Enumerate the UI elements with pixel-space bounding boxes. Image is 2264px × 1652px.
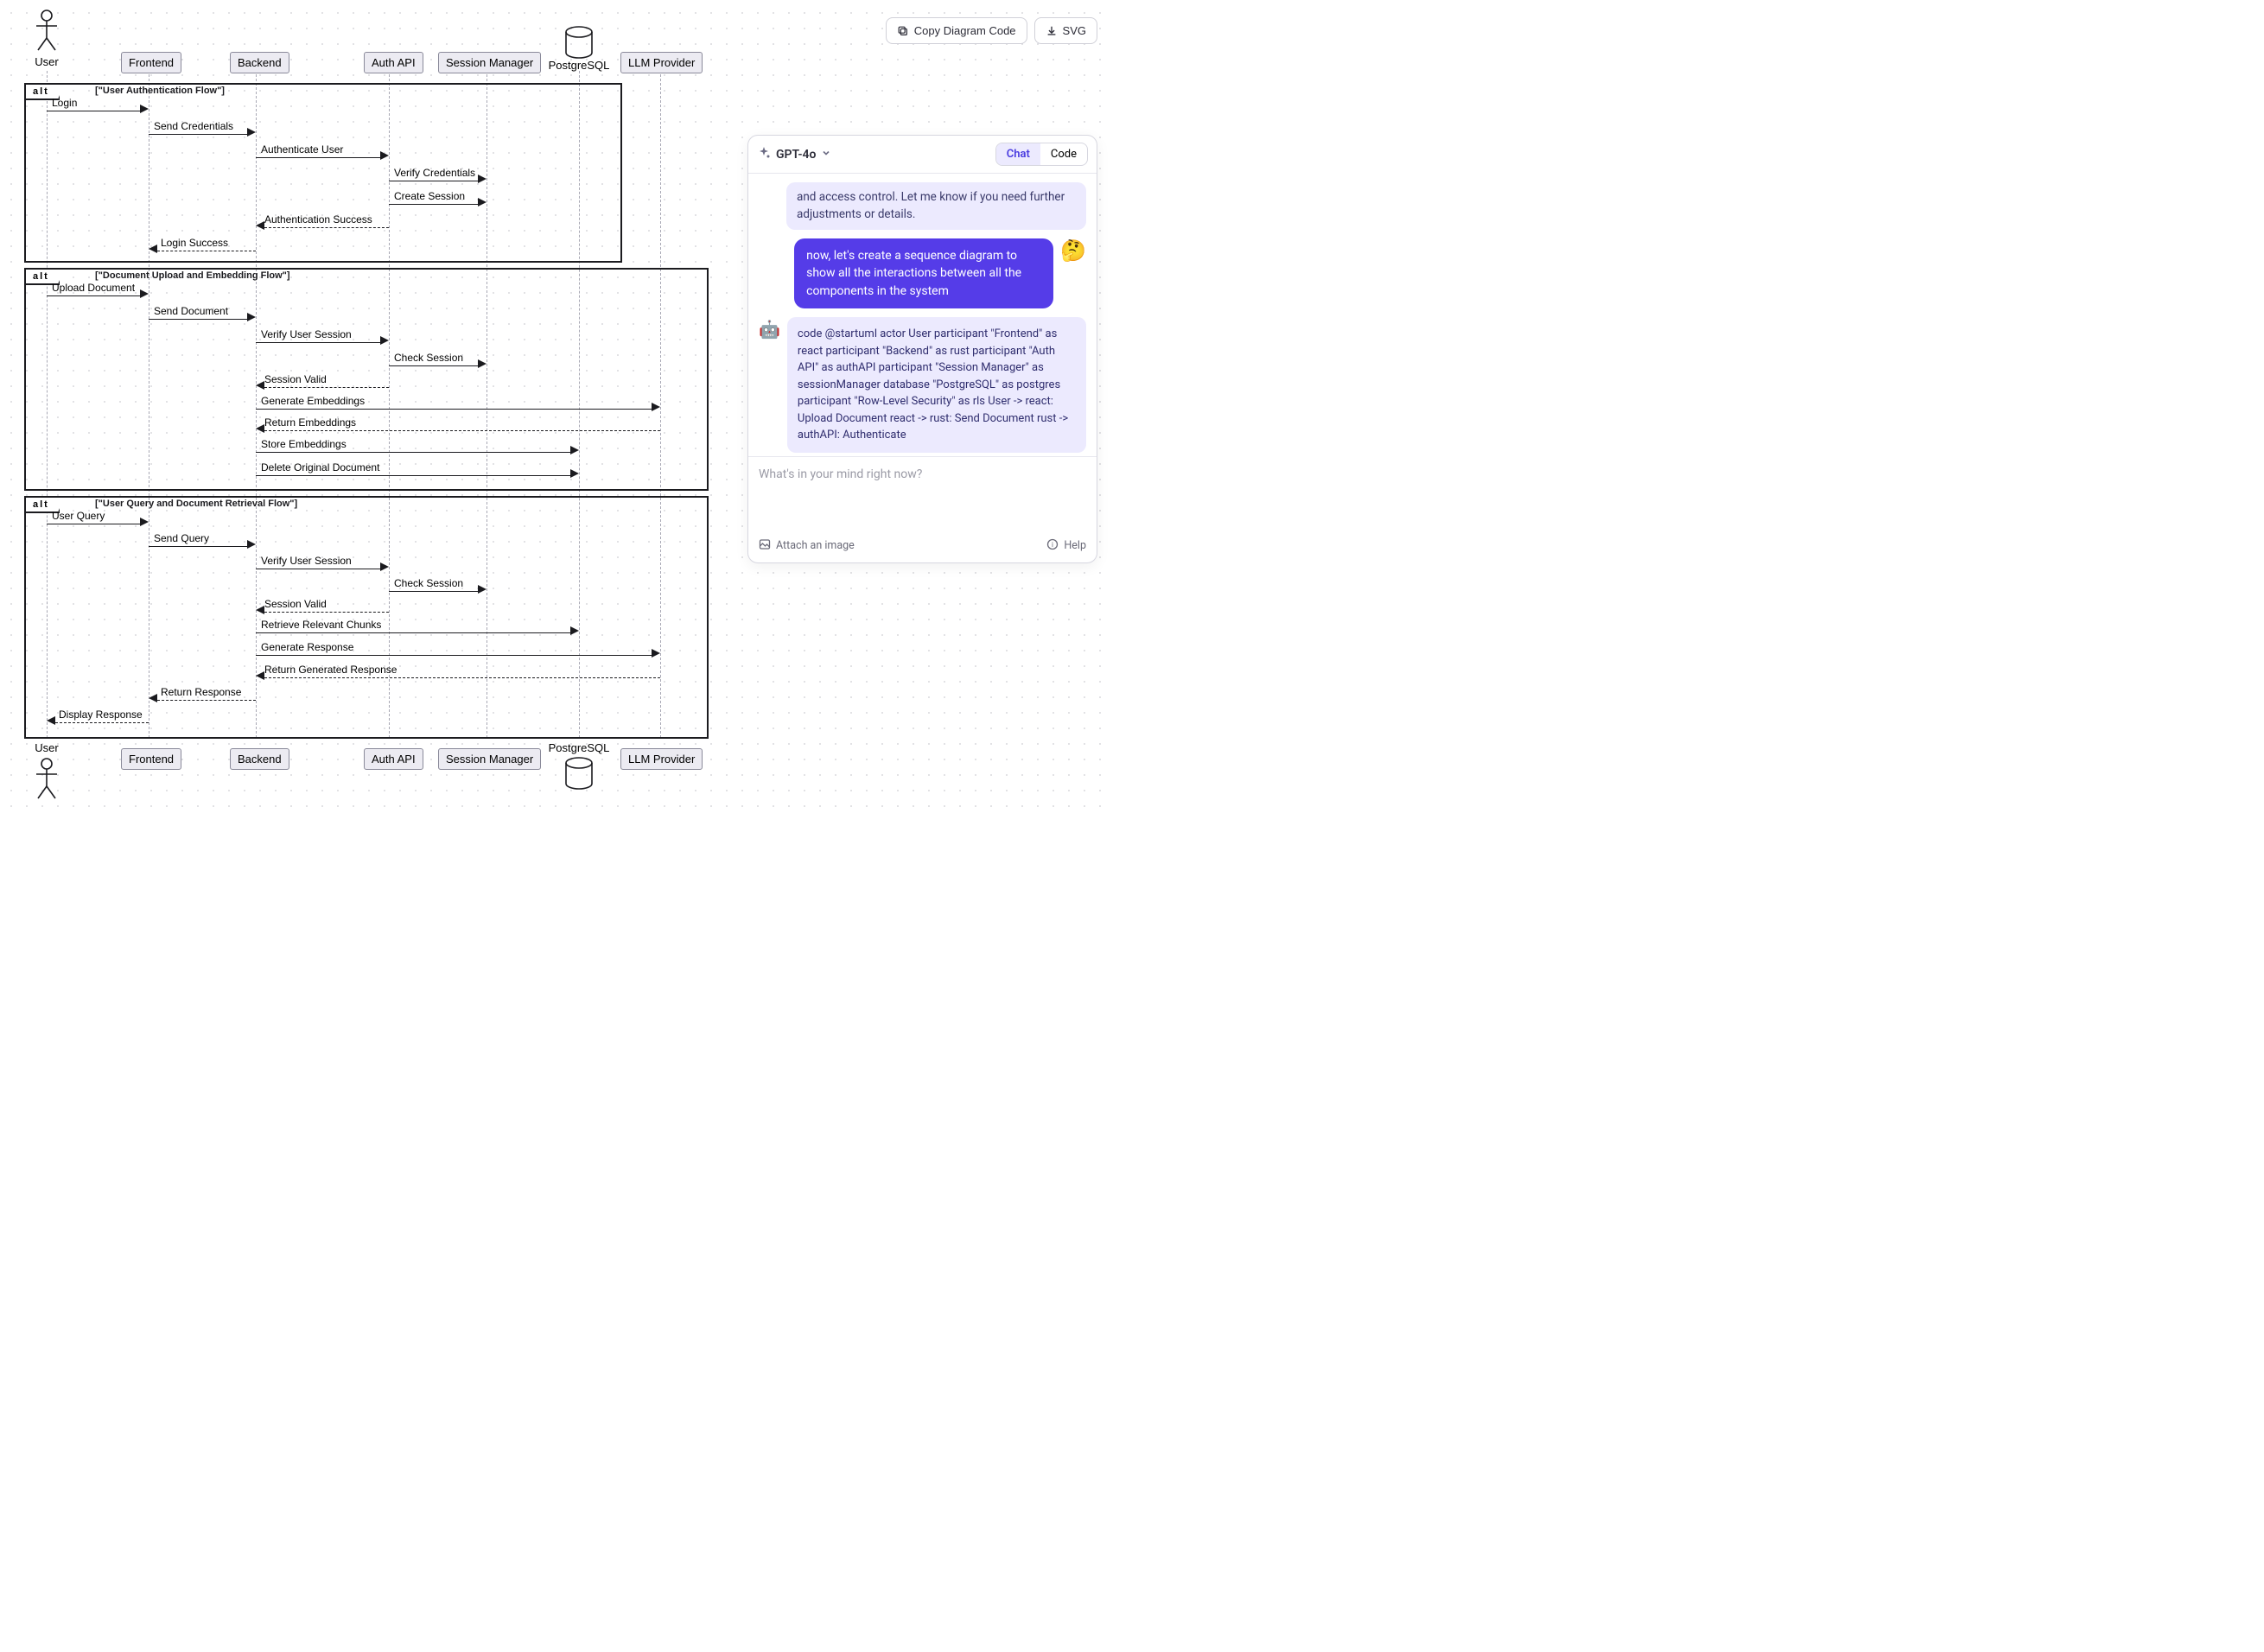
sequence-diagram: User Frontend Backend Auth API Session M…	[9, 7, 726, 802]
msg-session-valid-query: Session Valid	[256, 601, 389, 619]
help-button[interactable]: i Help	[1046, 538, 1086, 554]
fragment-query-title: ["User Query and Document Retrieval Flow…	[95, 499, 297, 509]
msg-gen-embeddings: Generate Embeddings	[256, 398, 660, 416]
msg-session-valid-upload: Session Valid	[256, 377, 389, 394]
participant-frontend-top: Frontend	[121, 52, 181, 73]
msg-generate-response: Generate Response	[256, 645, 660, 662]
fragment-auth-title: ["User Authentication Flow"]	[95, 86, 225, 96]
copy-diagram-code-button[interactable]: Copy Diagram Code	[886, 17, 1027, 44]
attach-image-button[interactable]: Attach an image	[759, 538, 855, 554]
msg-display-response: Display Response	[47, 712, 149, 729]
database-postgres-bottom	[563, 757, 595, 790]
chat-textarea[interactable]	[759, 467, 1086, 523]
participant-llm-top: LLM Provider	[620, 52, 703, 73]
participant-backend-top: Backend	[230, 52, 289, 73]
msg-return-generated: Return Generated Response	[256, 667, 660, 684]
robot-avatar-icon: 🤖	[759, 319, 780, 340]
chat-header: GPT-4o Chat Code	[748, 136, 1097, 174]
msg-verify-session-query: Verify User Session	[256, 558, 389, 575]
tab-chat[interactable]: Chat	[996, 143, 1040, 165]
chat-code-tabs: Chat Code	[995, 143, 1088, 166]
thinking-emoji-icon: 🤔	[1060, 238, 1086, 263]
user-message-row: now, let's create a sequence diagram to …	[759, 238, 1086, 308]
fragment-upload-title: ["Document Upload and Embedding Flow"]	[95, 270, 290, 281]
msg-delete-original: Delete Original Document	[256, 465, 579, 482]
msg-check-session-query: Check Session	[389, 581, 487, 598]
msg-store-embeddings: Store Embeddings	[256, 442, 579, 459]
actor-user-top	[31, 9, 62, 52]
sparkle-icon	[757, 146, 771, 163]
download-svg-button[interactable]: SVG	[1034, 17, 1097, 44]
toolbar: Copy Diagram Code SVG	[886, 17, 1097, 44]
chat-input-area	[748, 456, 1097, 533]
attach-icon	[759, 538, 771, 554]
msg-check-session-upload: Check Session	[389, 355, 487, 372]
database-label-top: PostgreSQL	[544, 59, 614, 72]
msg-login-success: Login Success	[149, 240, 256, 257]
chevron-down-icon	[821, 148, 831, 162]
help-icon: i	[1046, 538, 1059, 554]
participant-backend-bottom: Backend	[230, 748, 289, 770]
msg-create-session: Create Session	[389, 194, 487, 211]
download-icon	[1046, 25, 1058, 37]
model-name: GPT-4o	[776, 148, 816, 162]
user-message: now, let's create a sequence diagram to …	[794, 238, 1053, 308]
msg-verify-session-upload: Verify User Session	[256, 332, 389, 349]
participant-authapi-bottom: Auth API	[364, 748, 423, 770]
actor-user-bottom	[31, 757, 62, 800]
msg-send-credentials: Send Credentials	[149, 124, 256, 141]
tab-code[interactable]: Code	[1040, 143, 1087, 165]
copy-icon	[897, 25, 909, 37]
msg-verify-credentials: Verify Credentials	[389, 170, 487, 187]
model-selector[interactable]: GPT-4o	[757, 146, 831, 163]
database-label-bottom: PostgreSQL	[544, 741, 614, 754]
assistant-message-row: 🤖 code @startuml actor User participant …	[759, 317, 1086, 453]
msg-retrieve-chunks: Retrieve Relevant Chunks	[256, 622, 579, 639]
chat-panel: GPT-4o Chat Code and access control. Let…	[747, 135, 1097, 563]
svg-text:i: i	[1052, 541, 1053, 549]
participant-sessionmgr-top: Session Manager	[438, 52, 541, 73]
assistant-prev-tail: and access control. Let me know if you n…	[786, 182, 1086, 230]
attach-image-label: Attach an image	[776, 539, 855, 552]
msg-return-embeddings: Return Embeddings	[256, 420, 660, 437]
assistant-code-block: code @startuml actor User participant "F…	[787, 317, 1086, 453]
msg-auth-success: Authentication Success	[256, 217, 389, 234]
chat-body: and access control. Let me know if you n…	[748, 174, 1097, 456]
msg-authenticate-user: Authenticate User	[256, 147, 389, 164]
msg-return-response: Return Response	[149, 689, 256, 707]
msg-user-query: User Query	[47, 513, 149, 531]
download-svg-label: SVG	[1063, 24, 1086, 37]
participant-authapi-top: Auth API	[364, 52, 423, 73]
participant-llm-bottom: LLM Provider	[620, 748, 703, 770]
actor-user-label-top: User	[22, 55, 71, 68]
participant-sessionmgr-bottom: Session Manager	[438, 748, 541, 770]
copy-diagram-code-label: Copy Diagram Code	[914, 24, 1016, 37]
msg-login: Login	[47, 100, 149, 118]
chat-footer: Attach an image i Help	[748, 533, 1097, 562]
actor-user-label-bottom: User	[22, 741, 71, 754]
msg-send-query: Send Query	[149, 536, 256, 553]
participant-frontend-bottom: Frontend	[121, 748, 181, 770]
msg-upload-doc: Upload Document	[47, 285, 149, 302]
help-label: Help	[1064, 539, 1086, 552]
msg-send-doc: Send Document	[149, 308, 256, 326]
database-postgres-top	[563, 26, 595, 59]
